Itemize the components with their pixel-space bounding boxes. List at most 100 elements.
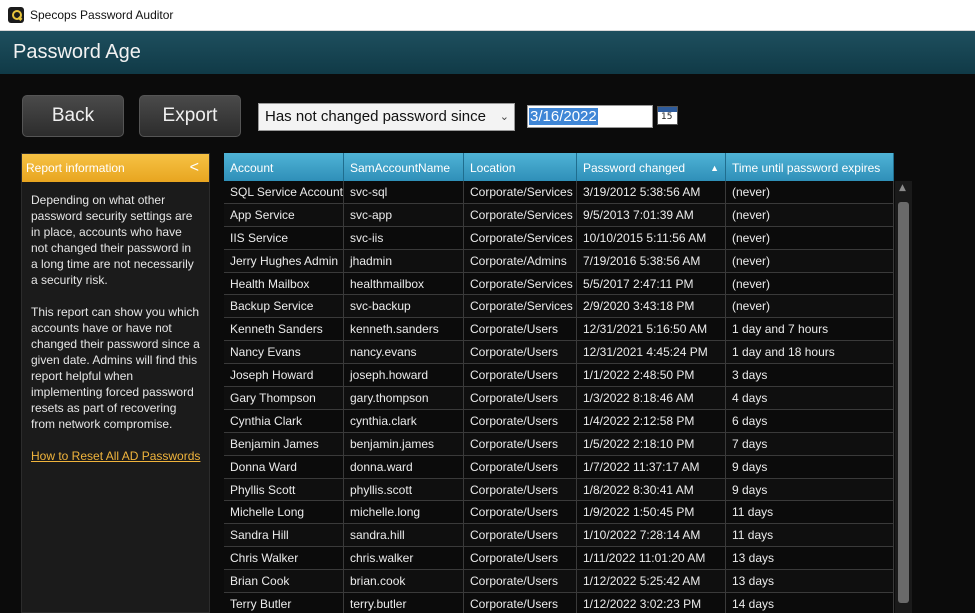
reset-passwords-link[interactable]: How to Reset All AD Passwords [31,448,200,464]
expires-cell: 6 days [726,409,894,433]
report-info-paragraph: This report can show you which accounts … [31,305,200,431]
samaccountname-cell: svc-sql [344,181,464,204]
expires-cell: (never) [726,272,894,296]
password-changed-cell: 12/31/2021 4:45:24 PM [577,341,726,365]
location-cell: Corporate/Users [464,478,577,502]
samaccountname-cell: jhadmin [344,249,464,273]
samaccountname-cell: svc-backup [344,295,464,319]
calendar-icon[interactable]: 15 [657,106,678,125]
expires-cell: 9 days [726,478,894,502]
samaccountname-cell: terry.butler [344,593,464,613]
location-cell: Corporate/Services [464,226,577,250]
back-button[interactable]: Back [22,95,124,137]
expires-cell: 1 day and 7 hours [726,318,894,342]
column-header-samaccountname[interactable]: SamAccountName [344,153,464,181]
expires-cell: (never) [726,203,894,227]
date-input[interactable]: 3/16/2022 [527,105,653,128]
table-row[interactable]: Health Mailbox healthmailbox Corporate/Ser… [224,272,894,296]
calendar-icon-day: 15 [661,112,673,122]
expires-cell: 13 days [726,570,894,594]
filter-dropdown[interactable]: Has not changed password since ⌄ [258,103,515,131]
title-bar: Specops Password Auditor [0,0,975,31]
account-cell: Health Mailbox [224,272,344,296]
column-header-password-changed-label: Password changed [583,161,686,175]
expires-cell: (never) [726,249,894,273]
location-cell: Corporate/Users [464,318,577,342]
location-cell: Corporate/Users [464,455,577,479]
app-logo-icon [8,7,24,23]
expires-cell: 3 days [726,364,894,388]
table-row[interactable]: Gary Thompson gary.thompson Corporate/User… [224,387,894,410]
column-header-account[interactable]: Account [224,153,344,181]
account-cell: Donna Ward [224,455,344,479]
location-cell: Corporate/Users [464,364,577,388]
expires-cell: 11 days [726,501,894,525]
account-cell: Gary Thompson [224,387,344,410]
password-age-table: Account SamAccountName Location Password… [224,153,894,613]
table-row[interactable]: IIS Service svc-iis Corporate/Services 10/1… [224,226,894,250]
account-cell: Backup Service [224,295,344,319]
column-header-location[interactable]: Location [464,153,577,181]
report-info-paragraph: Depending on what other password securit… [31,193,194,287]
table-row[interactable]: Backup Service svc-backup Corporate/Servic… [224,295,894,319]
password-changed-cell: 1/12/2022 5:25:42 AM [577,570,726,594]
samaccountname-cell: cynthia.clark [344,409,464,433]
table-row[interactable]: Donna Ward donna.ward Corporate/Users 1/7/2… [224,455,894,479]
scroll-thumb[interactable] [898,202,909,603]
location-cell: Corporate/Users [464,547,577,571]
table-row[interactable]: Phyllis Scott phyllis.scott Corporate/User… [224,478,894,502]
table-row[interactable]: Benjamin James benjamin.james Corporate/Us… [224,432,894,456]
table-row[interactable]: Chris Walker chris.walker Corporate/Users 1… [224,547,894,571]
table-row[interactable]: Terry Butler terry.butler Corporate/Users 1… [224,593,894,613]
samaccountname-cell: kenneth.sanders [344,318,464,342]
table-row[interactable]: Nancy Evans nancy.evans Corporate/Users 12/… [224,341,894,365]
samaccountname-cell: benjamin.james [344,432,464,456]
column-header-time-until-expires[interactable]: Time until password expires [726,153,894,181]
table-row[interactable]: Jerry Hughes Admin jhadmin Corporate/Admin… [224,249,894,273]
report-info-header[interactable]: Report information < [22,154,209,182]
table-row[interactable]: Kenneth Sanders kenneth.sanders Corporate/… [224,318,894,342]
password-changed-cell: 10/10/2015 5:11:56 AM [577,226,726,250]
collapse-icon[interactable]: < [190,154,199,182]
samaccountname-cell: phyllis.scott [344,478,464,502]
password-changed-cell: 1/12/2022 3:02:23 PM [577,593,726,613]
export-button[interactable]: Export [139,95,241,137]
samaccountname-cell: sandra.hill [344,524,464,548]
table-row[interactable]: Michelle Long michelle.long Corporate/User… [224,501,894,525]
table-row[interactable]: App Service svc-app Corporate/Services 9/5/… [224,203,894,227]
samaccountname-cell: gary.thompson [344,387,464,410]
table-row[interactable]: SQL Service Account svc-sql Corporate/Serv… [224,181,894,204]
table-row[interactable]: Joseph Howard joseph.howard Corporate/User… [224,364,894,388]
account-cell: Kenneth Sanders [224,318,344,342]
expires-cell: (never) [726,181,894,204]
table-header: Account SamAccountName Location Password… [224,153,894,181]
password-changed-cell: 12/31/2021 5:16:50 AM [577,318,726,342]
expires-cell: 7 days [726,432,894,456]
password-changed-cell: 3/19/2012 5:38:56 AM [577,181,726,204]
report-info-body: Depending on what other password securit… [22,182,209,464]
account-cell: Terry Butler [224,593,344,613]
expires-cell: 11 days [726,524,894,548]
expires-cell: (never) [726,226,894,250]
password-changed-cell: 1/9/2022 1:50:45 PM [577,501,726,525]
account-cell: Jerry Hughes Admin [224,249,344,273]
samaccountname-cell: chris.walker [344,547,464,571]
window-title: Specops Password Auditor [30,8,174,22]
scroll-up-arrow-icon[interactable]: ▲ [899,183,906,193]
samaccountname-cell: brian.cook [344,570,464,594]
account-cell: Joseph Howard [224,364,344,388]
account-cell: Brian Cook [224,570,344,594]
location-cell: Corporate/Services [464,272,577,296]
password-changed-cell: 2/9/2020 3:43:18 PM [577,295,726,319]
password-changed-cell: 1/8/2022 8:30:41 AM [577,478,726,502]
column-header-password-changed[interactable]: Password changed ▲ [577,153,726,181]
sort-ascending-icon: ▲ [710,163,719,173]
table-row[interactable]: Sandra Hill sandra.hill Corporate/Users 1/1… [224,524,894,548]
password-changed-cell: 9/5/2013 7:01:39 AM [577,203,726,227]
filter-dropdown-value: Has not changed password since [265,108,486,125]
account-cell: Chris Walker [224,547,344,571]
password-changed-cell: 1/5/2022 2:18:10 PM [577,432,726,456]
vertical-scrollbar[interactable]: ▲ [895,181,912,613]
table-row[interactable]: Brian Cook brian.cook Corporate/Users 1/12/… [224,570,894,594]
table-row[interactable]: Cynthia Clark cynthia.clark Corporate/User… [224,409,894,433]
